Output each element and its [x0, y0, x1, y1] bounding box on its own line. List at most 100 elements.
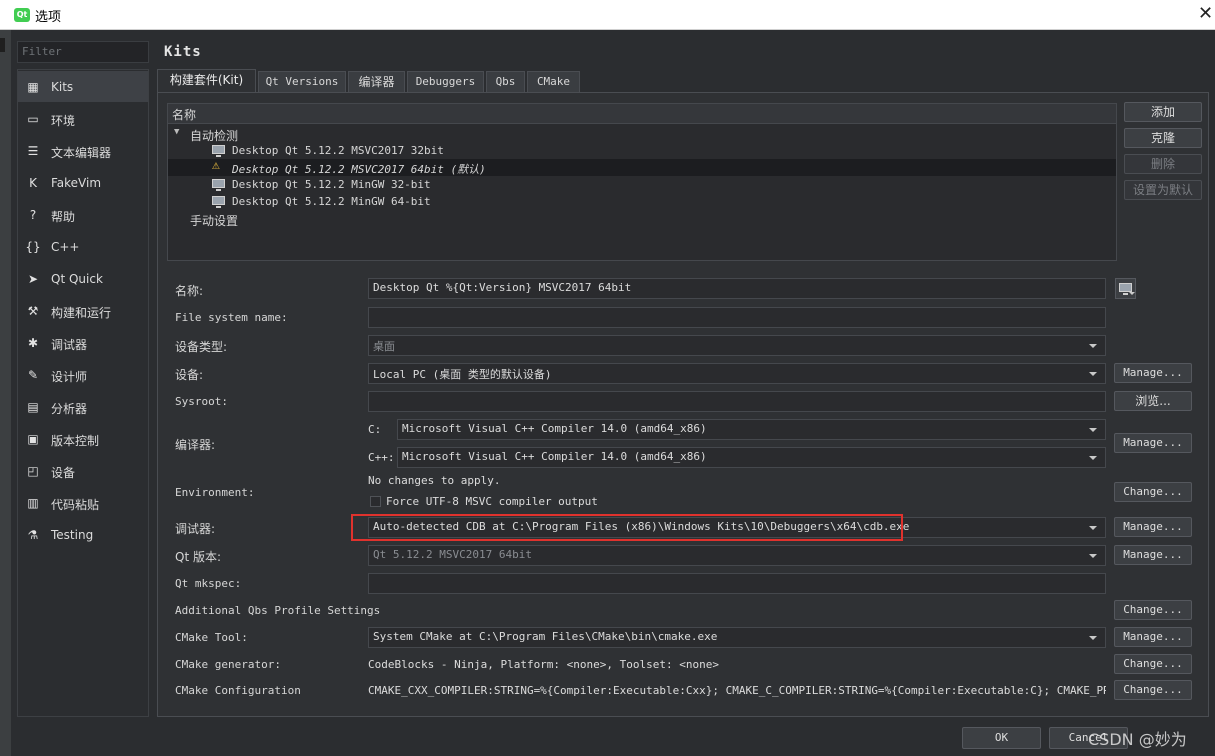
window-title: 选项 — [35, 10, 62, 25]
close-icon[interactable]: ✕ — [1198, 3, 1213, 24]
cmake-tool-manage-button[interactable]: Manage... — [1114, 627, 1192, 647]
add-button[interactable]: 添加 — [1124, 102, 1202, 122]
device-label: 设备: — [175, 368, 204, 382]
cmake-config-change-button[interactable]: Change... — [1114, 680, 1192, 700]
compiler-c-select[interactable]: Microsoft Visual C++ Compiler 14.0 (amd6… — [397, 419, 1106, 440]
sidebar-item-analyzer[interactable]: ▤ 分析器 — [18, 391, 148, 422]
cpp-braces-icon: {} — [25, 240, 41, 254]
sysroot-label: Sysroot: — [175, 395, 228, 408]
bug-icon: ✱ — [27, 336, 39, 350]
make-default-button[interactable]: 设置为默认 — [1124, 180, 1202, 200]
tab-qbs[interactable]: Qbs — [486, 71, 525, 93]
watermark: CSDN @妙为 — [1088, 730, 1187, 749]
sidebar-item-cpp[interactable]: {} C++ — [18, 231, 148, 262]
sysroot-input[interactable] — [368, 391, 1106, 412]
tab-kits[interactable]: 构建套件(Kit) — [157, 69, 256, 93]
title-bar: Qt 选项 ✕ — [0, 0, 1215, 30]
sidebar-item-code-paste[interactable]: ▥ 代码粘贴 — [18, 487, 148, 518]
pencil-icon: ✎ — [27, 368, 39, 382]
sidebar-item-qt-quick[interactable]: ➤ Qt Quick — [18, 263, 148, 294]
environment-change-button[interactable]: Change... — [1114, 482, 1192, 502]
sidebar-item-environment[interactable]: ▭ 环境 — [18, 103, 148, 134]
cmake-tool-label: CMake Tool: — [175, 631, 248, 644]
compiler-c-label: C: — [368, 423, 382, 436]
cmake-config-label: CMake Configuration — [175, 684, 301, 697]
tree-header-name: 名称 — [168, 104, 1116, 124]
name-input[interactable]: Desktop Qt %{Qt:Version} MSVC2017 64bit — [368, 278, 1106, 299]
compiler-label: 编译器: — [175, 438, 216, 452]
cmake-generator-label: CMake generator: — [175, 658, 281, 671]
qbs-change-button[interactable]: Change... — [1114, 600, 1192, 620]
compiler-cpp-select[interactable]: Microsoft Visual C++ Compiler 14.0 (amd6… — [397, 447, 1106, 468]
debugger-manage-button[interactable]: Manage... — [1114, 517, 1192, 537]
device-type-select[interactable]: 桌面 — [368, 335, 1106, 356]
kits-icon: ▦ — [27, 80, 39, 94]
sidebar-item-text-editor[interactable]: ☰ 文本编辑器 — [18, 135, 148, 166]
tab-qt-versions[interactable]: Qt Versions — [258, 71, 346, 93]
sidebar-item-version-control[interactable]: ▣ 版本控制 — [18, 423, 148, 454]
sidebar-item-fakevim[interactable]: K FakeVim — [18, 167, 148, 198]
environment-label: Environment: — [175, 486, 255, 499]
debugger-label: 调试器: — [175, 522, 216, 536]
mkspec-input[interactable] — [368, 573, 1106, 594]
sidebar-item-testing[interactable]: ⚗ Testing — [18, 519, 148, 550]
sidebar-item-designer[interactable]: ✎ 设计师 — [18, 359, 148, 390]
debugger-highlight-box — [351, 514, 903, 541]
compiler-cpp-label: C++: — [368, 451, 395, 464]
force-utf8-label: Force UTF-8 MSVC compiler output — [386, 495, 598, 508]
fs-name-label: File system name: — [175, 311, 288, 324]
cmake-generator-change-button[interactable]: Change... — [1114, 654, 1192, 674]
hammer-icon: ⚒ — [27, 304, 39, 318]
warning-icon: ⚠ — [212, 158, 220, 173]
sidebar-item-kits[interactable]: ▦ Kits — [18, 71, 148, 102]
sidebar-item-debugger[interactable]: ✱ 调试器 — [18, 327, 148, 358]
tree-row-kit-selected[interactable]: ⚠ Desktop Qt 5.12.2 MSVC2017 64bit (默认) — [168, 158, 1116, 176]
text-editor-icon: ☰ — [27, 144, 39, 158]
tree-group-manual[interactable]: 手动设置 — [168, 210, 1116, 228]
tab-debuggers[interactable]: Debuggers — [407, 71, 484, 93]
code-paste-icon: ▥ — [27, 496, 39, 510]
qbs-settings-label: Additional Qbs Profile Settings — [175, 604, 381, 617]
device-manage-button[interactable]: Manage... — [1114, 363, 1192, 383]
device-type-label: 设备类型: — [175, 340, 228, 354]
sidebar: ▦ Kits ▭ 环境 ☰ 文本编辑器 K FakeVim ? 帮助 {} C++ ➤ Qt … — [17, 69, 149, 717]
analyzer-icon: ▤ — [27, 400, 39, 414]
desktop-icon — [212, 196, 225, 208]
qt-version-manage-button[interactable]: Manage... — [1114, 545, 1192, 565]
tree-row-kit[interactable]: Desktop Qt 5.12.2 MinGW 64-bit — [168, 193, 1116, 210]
kit-tree[interactable]: 名称 ▼ 自动检测 Desktop Qt 5.12.2 MSVC2017 32b… — [167, 103, 1117, 261]
compiler-manage-button[interactable]: Manage... — [1114, 433, 1192, 453]
tree-group-auto[interactable]: ▼ 自动检测 — [168, 125, 1116, 143]
name-label: 名称: — [175, 284, 204, 298]
remove-button[interactable]: 删除 — [1124, 154, 1202, 174]
filter-input[interactable]: Filter — [17, 41, 149, 63]
tree-row-kit[interactable]: Desktop Qt 5.12.2 MSVC2017 32bit — [168, 142, 1116, 159]
tab-cmake[interactable]: CMake — [527, 71, 580, 93]
tree-row-kit[interactable]: Desktop Qt 5.12.2 MinGW 32-bit — [168, 176, 1116, 193]
page-title: Kits — [164, 44, 202, 60]
cmake-generator-value: CodeBlocks - Ninja, Platform: <none>, To… — [368, 658, 719, 671]
cmake-tool-select[interactable]: System CMake at C:\Program Files\CMake\b… — [368, 627, 1106, 648]
clone-button[interactable]: 克隆 — [1124, 128, 1202, 148]
fakevim-icon: K — [29, 176, 37, 190]
qt-version-label: Qt 版本: — [175, 550, 222, 564]
sidebar-item-devices[interactable]: ◰ 设备 — [18, 455, 148, 486]
sidebar-item-help[interactable]: ? 帮助 — [18, 199, 148, 230]
ok-button[interactable]: OK — [962, 727, 1041, 749]
desktop-icon — [1119, 283, 1132, 295]
device-select[interactable]: Local PC (桌面 类型的默认设备) — [368, 363, 1106, 384]
qt-logo-icon: Qt — [14, 8, 30, 22]
mkspec-label: Qt mkspec: — [175, 577, 242, 590]
qt-version-select[interactable]: Qt 5.12.2 MSVC2017 64bit — [368, 545, 1106, 566]
tab-compilers[interactable]: 编译器 — [348, 71, 405, 93]
force-utf8-checkbox[interactable] — [370, 496, 381, 507]
sysroot-browse-button[interactable]: 浏览... — [1114, 391, 1192, 411]
desktop-icon — [212, 145, 225, 157]
sidebar-item-build-run[interactable]: ⚒ 构建和运行 — [18, 295, 148, 326]
kit-icon-button[interactable] — [1115, 278, 1136, 299]
cmake-config-value: CMAKE_CXX_COMPILER:STRING=%{Compiler:Exe… — [368, 684, 1106, 697]
expand-arrow-icon[interactable]: ▼ — [174, 127, 179, 137]
version-control-icon: ▣ — [27, 432, 39, 446]
fs-name-input[interactable] — [368, 307, 1106, 328]
monitor-icon: ▭ — [27, 112, 39, 126]
